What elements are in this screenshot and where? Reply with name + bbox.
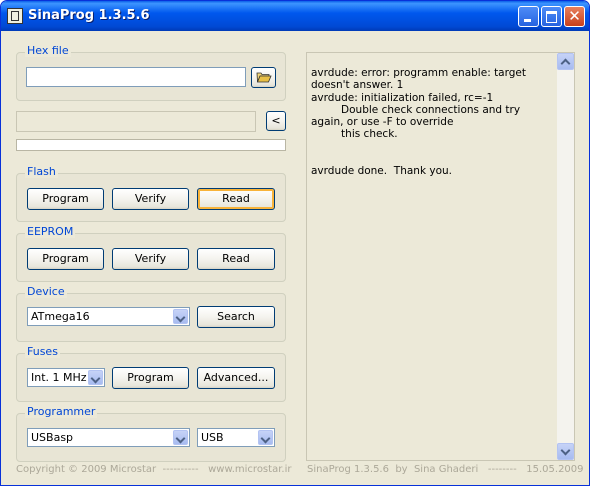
title-bar[interactable]: SinaProg 1.3.5.6 ✕ <box>1 1 589 31</box>
log-scrollbar[interactable] <box>557 53 574 460</box>
footer-copyright: Copyright © 2009 Microstar ---------- ww… <box>16 464 292 475</box>
output-log-text: avrdude: error: programm enable: target … <box>311 67 526 178</box>
device-search-button[interactable]: Search <box>197 306 275 328</box>
maximize-icon[interactable] <box>541 6 562 27</box>
minimize-icon[interactable] <box>518 6 539 27</box>
app-window: SinaProg 1.3.5.6 ✕ Hex file < Flash Prog… <box>0 0 590 486</box>
eeprom-program-button[interactable]: Program <box>27 248 104 270</box>
folder-open-icon <box>256 72 272 83</box>
close-glyph: ✕ <box>568 7 581 25</box>
eeprom-group-label: EEPROM <box>25 225 76 238</box>
browse-button[interactable] <box>251 67 276 88</box>
fuses-select-value: Int. 1 MHz <box>31 371 87 384</box>
scroll-down-icon[interactable] <box>557 443 574 460</box>
chevron-down-icon[interactable] <box>173 430 188 445</box>
hex-file-path-input[interactable] <box>26 67 246 87</box>
app-icon[interactable] <box>7 8 23 24</box>
chevron-down-icon[interactable] <box>88 370 103 385</box>
close-icon[interactable]: ✕ <box>564 6 585 27</box>
flash-read-button[interactable]: Read <box>197 188 275 210</box>
footer-version: SinaProg 1.3.5.6 by Sina Ghaderi -------… <box>307 464 584 475</box>
chevron-down-icon[interactable] <box>173 309 188 324</box>
programmer-select[interactable]: USBasp <box>27 428 190 447</box>
progress-bar <box>16 139 286 151</box>
fuses-group-label: Fuses <box>25 345 60 358</box>
hex-file-group: Hex file <box>16 44 286 101</box>
device-select[interactable]: ATmega16 <box>27 307 190 326</box>
flash-verify-button[interactable]: Verify <box>112 188 189 210</box>
window-title: SinaProg 1.3.5.6 <box>28 8 150 23</box>
eeprom-verify-button[interactable]: Verify <box>112 248 189 270</box>
programmer-select-value: USBasp <box>31 431 74 444</box>
scroll-up-icon[interactable] <box>557 53 574 70</box>
flash-group-label: Flash <box>25 165 58 178</box>
fuses-select[interactable]: Int. 1 MHz <box>27 368 105 387</box>
flash-program-button[interactable]: Program <box>27 188 104 210</box>
fuses-program-button[interactable]: Program <box>112 367 189 389</box>
load-button[interactable]: < <box>266 111 286 131</box>
hex-file-group-label: Hex file <box>25 44 71 57</box>
fuses-advanced-button[interactable]: Advanced... <box>197 367 275 389</box>
status-field <box>16 111 256 132</box>
output-log[interactable]: avrdude: error: programm enable: target … <box>306 52 575 461</box>
eeprom-read-button[interactable]: Read <box>197 248 275 270</box>
device-group-label: Device <box>25 285 67 298</box>
device-select-value: ATmega16 <box>31 310 90 323</box>
chevron-down-icon[interactable] <box>258 430 273 445</box>
port-select[interactable]: USB <box>197 428 275 447</box>
programmer-group-label: Programmer <box>25 405 98 418</box>
port-select-value: USB <box>201 431 224 444</box>
